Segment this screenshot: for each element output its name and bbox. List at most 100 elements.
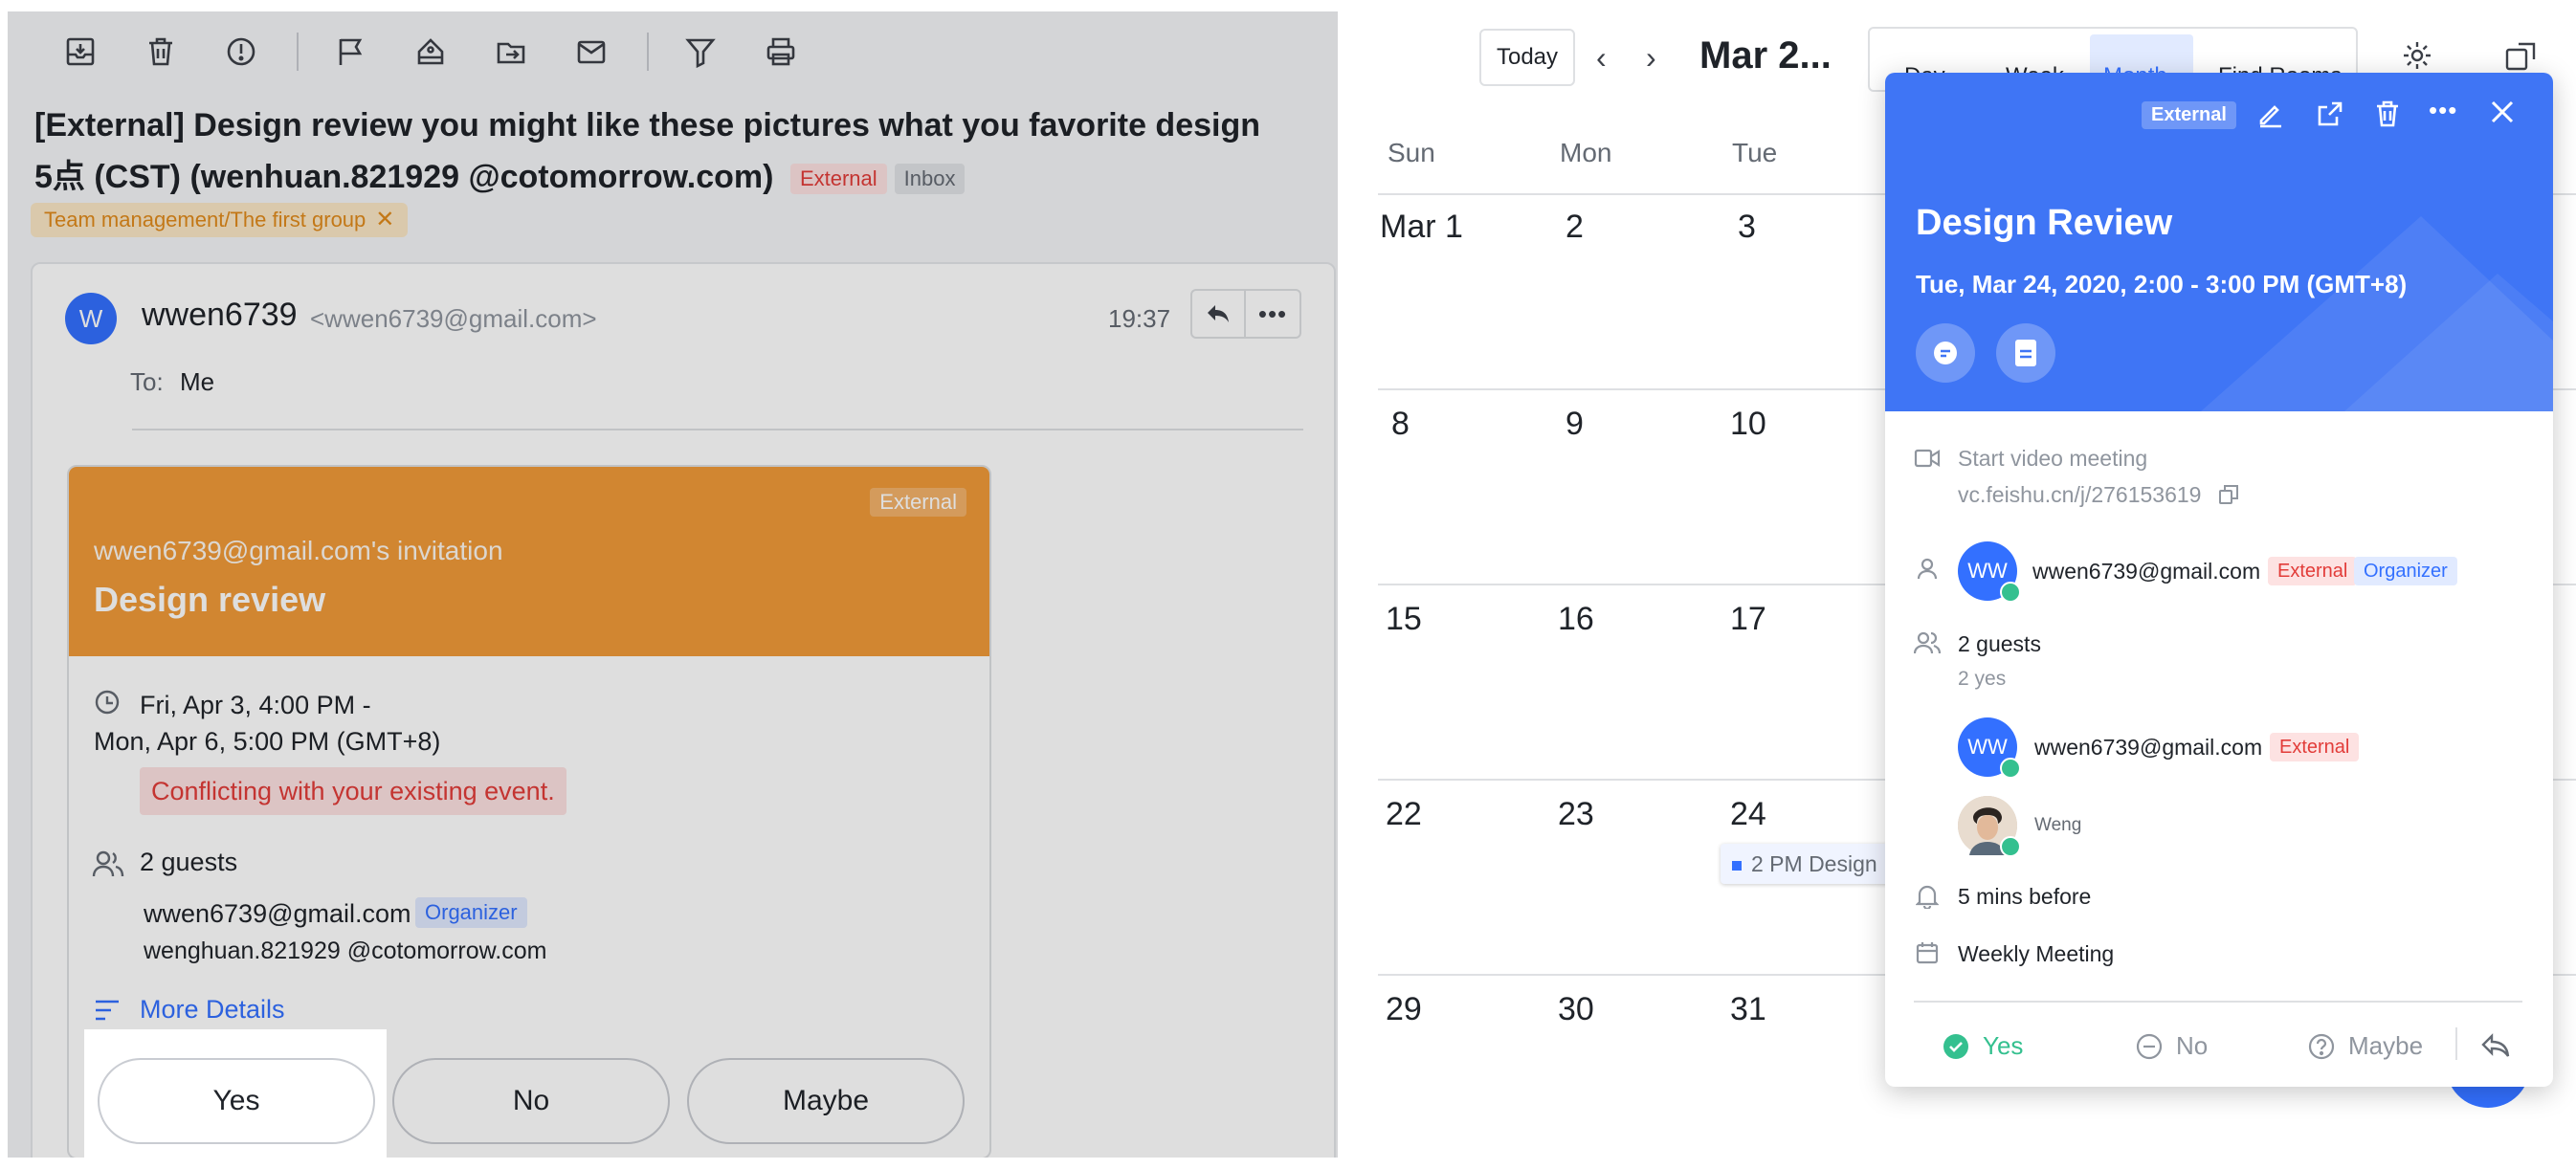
maybe-button[interactable]: Maybe bbox=[687, 1058, 965, 1144]
external-tag: External bbox=[2268, 557, 2358, 585]
print-icon[interactable] bbox=[756, 27, 806, 77]
today-button[interactable]: Today bbox=[1479, 29, 1575, 86]
minus-circle-icon bbox=[2136, 1033, 2163, 1059]
calendar-panel: Today ‹ › Mar 2... Day Week Month Find R… bbox=[1378, 11, 2576, 1158]
event-chip-label: 2 PM Design bbox=[1751, 851, 1877, 876]
event-datetime: Tue, Mar 24, 2020, 2:00 - 3:00 PM (GMT+8… bbox=[1916, 270, 2408, 298]
to-label: To: bbox=[130, 367, 164, 396]
day-cell[interactable]: Mar 1 bbox=[1380, 209, 1463, 246]
filter-icon[interactable] bbox=[676, 27, 725, 77]
mark-unread-icon[interactable] bbox=[566, 27, 616, 77]
share-icon[interactable] bbox=[2316, 99, 2344, 128]
external-tag: External bbox=[2270, 733, 2360, 761]
external-tag-text: External bbox=[2268, 557, 2358, 585]
event-color-dot bbox=[1732, 860, 1742, 871]
rsvp-yes[interactable]: Yes bbox=[1943, 1031, 2023, 1061]
sender-name[interactable]: wwen6739 bbox=[142, 297, 298, 334]
more-details-link[interactable]: More Details bbox=[94, 995, 285, 1025]
inbox-tag[interactable]: Inbox bbox=[894, 164, 966, 195]
external-tag: External bbox=[2142, 101, 2236, 129]
reminder-text: 5 mins before bbox=[1958, 884, 2092, 909]
day-cell[interactable]: 24 bbox=[1730, 796, 1766, 833]
flag-icon[interactable] bbox=[325, 27, 375, 77]
no-button[interactable]: No bbox=[392, 1058, 670, 1144]
delete-icon[interactable] bbox=[136, 27, 186, 77]
rsvp-no[interactable]: No bbox=[2136, 1031, 2208, 1061]
message-card: W wwen6739 <wwen6739@gmail.com> 19:37 ••… bbox=[31, 262, 1336, 1158]
external-tag: External bbox=[870, 488, 966, 517]
move-icon[interactable] bbox=[486, 27, 536, 77]
invitation-header: External wwen6739@gmail.com's invitation… bbox=[69, 467, 989, 656]
day-cell[interactable]: 3 bbox=[1738, 209, 1756, 246]
spam-icon[interactable] bbox=[216, 27, 266, 77]
rsvp-yes-label: Yes bbox=[1983, 1031, 2024, 1060]
day-cell[interactable]: 9 bbox=[1566, 406, 1584, 443]
label-chip[interactable]: Team management/The first group ✕ bbox=[31, 203, 409, 237]
to-value: Me bbox=[180, 367, 215, 396]
avatar-initials: WW bbox=[1967, 735, 2008, 759]
subject-prefix: [External] Design review bbox=[34, 107, 412, 143]
organizer-icon bbox=[1916, 557, 1939, 580]
avatar[interactable] bbox=[1958, 796, 2021, 857]
avatar[interactable]: W bbox=[65, 293, 117, 344]
yes-button[interactable]: Yes bbox=[98, 1058, 375, 1144]
avatar[interactable]: WW bbox=[1958, 717, 2021, 779]
close-icon[interactable] bbox=[2488, 98, 2517, 126]
rsvp-maybe[interactable]: Maybe bbox=[2308, 1031, 2423, 1061]
conflict-warning: Conflicting with your existing event. bbox=[140, 767, 566, 815]
avatar-initials: WW bbox=[1967, 559, 2008, 583]
day-cell[interactable]: 17 bbox=[1730, 601, 1766, 638]
weekday-mon: Mon bbox=[1560, 138, 1612, 167]
edit-icon[interactable] bbox=[2256, 99, 2285, 128]
video-meeting-label[interactable]: Start video meeting bbox=[1958, 446, 2147, 472]
toolbar-divider bbox=[647, 33, 649, 71]
avatar[interactable]: WW bbox=[1958, 541, 2021, 603]
bell-icon bbox=[1916, 884, 1939, 909]
divider bbox=[1914, 1001, 2522, 1003]
organizer-email: wwen6739@gmail.com bbox=[2032, 559, 2261, 584]
archive-icon[interactable] bbox=[56, 27, 105, 77]
video-meeting-link[interactable]: vc.feishu.cn/j/276153619 bbox=[1958, 482, 2201, 508]
day-cell[interactable]: 30 bbox=[1558, 991, 1594, 1028]
rsvp-maybe-label: Maybe bbox=[2348, 1031, 2424, 1060]
day-cell[interactable]: 16 bbox=[1558, 601, 1594, 638]
day-cell[interactable]: 31 bbox=[1730, 991, 1766, 1028]
reply-icon[interactable] bbox=[1192, 291, 1246, 337]
guest-name: Weng bbox=[2034, 815, 2082, 835]
rsvp-no-label: No bbox=[2176, 1031, 2209, 1060]
organizer-tag: Organizer bbox=[415, 897, 527, 928]
prev-month-icon[interactable]: ‹ bbox=[1596, 40, 1607, 76]
day-cell[interactable]: 29 bbox=[1386, 991, 1422, 1028]
label-icon[interactable] bbox=[406, 27, 455, 77]
chat-icon[interactable] bbox=[1916, 323, 1975, 383]
invitation-card: External wwen6739@gmail.com's invitation… bbox=[67, 465, 991, 1158]
reply-icon[interactable] bbox=[2480, 1033, 2511, 1058]
day-cell[interactable]: 15 bbox=[1386, 601, 1422, 638]
guest-1: wwen6739@gmail.com bbox=[144, 899, 411, 928]
open-window-icon[interactable] bbox=[2505, 42, 2536, 71]
next-month-icon[interactable]: › bbox=[1646, 40, 1656, 76]
day-cell[interactable]: 22 bbox=[1386, 796, 1422, 833]
day-cell[interactable]: 8 bbox=[1391, 406, 1410, 443]
event-header: External ••• Design Review Tue, Mar 24, … bbox=[1885, 73, 2553, 411]
day-cell[interactable]: 2 bbox=[1566, 209, 1584, 246]
document-icon[interactable] bbox=[1996, 323, 2055, 383]
event-detail-popup: External ••• Design Review Tue, Mar 24, … bbox=[1885, 73, 2553, 1087]
event-title: Design Review bbox=[1916, 203, 2173, 243]
more-icon[interactable]: ••• bbox=[1246, 291, 1299, 337]
guests-count[interactable]: 2 guests bbox=[1958, 631, 2041, 657]
avatar-letter: W bbox=[78, 303, 103, 333]
sender-address: <wwen6739@gmail.com> bbox=[310, 304, 597, 333]
more-icon[interactable]: ••• bbox=[2429, 96, 2457, 125]
event-chip[interactable]: 2 PM Design bbox=[1721, 844, 1912, 884]
guests-count: 2 guests bbox=[140, 848, 238, 876]
day-cell[interactable]: 23 bbox=[1558, 796, 1594, 833]
day-cell[interactable]: 10 bbox=[1730, 406, 1766, 443]
external-tag-text: External bbox=[2270, 733, 2360, 761]
settings-icon[interactable] bbox=[2402, 40, 2432, 71]
copy-icon[interactable] bbox=[2218, 484, 2239, 505]
email-panel: [External] Design review you might like … bbox=[8, 11, 1338, 1158]
guests-yes-count: 2 yes bbox=[1958, 668, 2007, 690]
delete-icon[interactable] bbox=[2373, 99, 2402, 128]
remove-label-icon[interactable]: ✕ bbox=[375, 203, 394, 237]
